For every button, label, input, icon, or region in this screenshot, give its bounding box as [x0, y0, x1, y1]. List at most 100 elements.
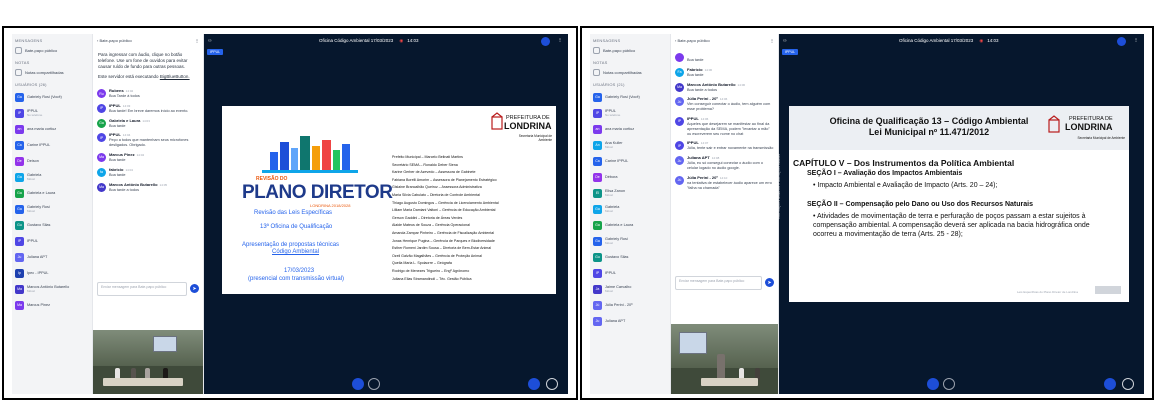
user-list-item[interactable]: an ana maria cortiuz [590, 121, 670, 137]
message-body: Gabriela e Laura 14:03 Boa tarde [109, 118, 150, 129]
user-list-item[interactable]: Ma Marcos Antônio Butarello Móvel [12, 281, 92, 297]
user-name-text: IPPUL [27, 108, 38, 113]
conference-app: MENSAGENS Bate-papo público NOTAS Notas … [590, 34, 1144, 394]
public-chat-item[interactable]: Bate-papo público [12, 45, 92, 56]
user-list-item[interactable]: Ca Carine IPPUL [590, 153, 670, 169]
send-icon[interactable]: ➤ [190, 284, 199, 293]
message-text: Boa tarde [109, 123, 126, 128]
user-name-text: Júlia Perini - 20º [605, 302, 633, 307]
user-list-item[interactable]: IP IPPUL [590, 265, 670, 281]
user-list-item[interactable]: Ju Juliana APT [12, 249, 92, 265]
more-options-icon[interactable]: ⋮ [770, 38, 774, 43]
user-list-item[interactable]: El Elisa Zanon Móvel [590, 185, 670, 201]
chat-icon [15, 47, 22, 54]
user-name: Ipec - IPPUL [27, 271, 49, 275]
user-name-text: Gabriela [27, 172, 42, 177]
connection-status-icon[interactable] [541, 37, 550, 46]
user-list-item[interactable]: Ga Gabriela Móvel [12, 169, 92, 185]
user-list-item[interactable]: Ga Gabriela Móvel [590, 201, 670, 217]
user-list-item[interactable]: IP IPPUL No telefone [590, 105, 670, 121]
share-screen-button[interactable] [943, 378, 955, 390]
user-list-item[interactable]: Ca Carine IPPUL [12, 137, 92, 153]
avatar: Ga [15, 188, 24, 198]
user-list-item[interactable]: Gu Gustavo Silas [590, 249, 670, 265]
user-list-item[interactable]: Ga Gabriela e Laura [12, 185, 92, 201]
user-list-item[interactable]: Ip Ipec - IPPUL [12, 265, 92, 281]
user-list-item[interactable]: De Débora [590, 169, 670, 185]
public-chat-item[interactable]: Bate-papo público [590, 45, 670, 56]
chat-header[interactable]: ‹ Bate-papo público ⋮ [93, 34, 203, 50]
user-name-text: Juliana APT [605, 318, 626, 323]
user-status: Móvel [27, 209, 36, 213]
message-list: Boa tarde Fa Fabrício 14:06 Boa tarde Ma Marco… [671, 50, 778, 192]
user-list-item[interactable]: Ga Gabriely Rosi Móvel [590, 233, 670, 249]
user-name-text: Gabriely Rosi [27, 204, 50, 209]
chat-input[interactable]: Enviar mensagem para Bate-papo público [675, 276, 762, 290]
raise-hand-button[interactable] [1104, 378, 1116, 390]
conference-app: MENSAGENS Bate-papo público NOTAS Notas … [12, 34, 568, 394]
user-list-item[interactable]: An Ana Kuller Móvel [590, 137, 670, 153]
staff-name: Fabiana Borelli Amorim – Assessora de Pl… [392, 177, 497, 182]
staff-name: Secretário SEMA – Ronaldo Deber Siena [392, 162, 458, 167]
user-list-item[interactable]: IP IPPUL [12, 233, 92, 249]
user-list-item[interactable]: Ga Gabriely Rosi (Você) [590, 89, 670, 105]
message-time: 14:05 [159, 182, 168, 187]
more-options-icon[interactable]: ⋮ [195, 38, 199, 43]
settings-button[interactable] [1122, 378, 1134, 390]
secretaria-label: Secretaria Municipal de Ambiente [1077, 136, 1125, 140]
message-text: na tentativa de estabelecer áudio aparec… [687, 180, 772, 190]
user-list-toggle-icon[interactable]: ⚇ [208, 38, 212, 43]
user-list-item[interactable]: Jú Júlia Perini - 20º [590, 297, 670, 313]
chat-message: Ru Rubens 14:02 Boa Tarde à todos [93, 86, 203, 101]
bbb-link[interactable]: BigBlueButton. [160, 74, 190, 79]
options-menu-icon[interactable]: ⋮ [558, 37, 562, 42]
settings-button[interactable] [546, 378, 558, 390]
user-list-item[interactable]: De Deison [12, 153, 92, 169]
user-list-item[interactable]: Ga Gabriely Rosi Móvel [12, 201, 92, 217]
slide-title-1: Oficina de Qualificação 13 – Código Ambi… [829, 116, 1029, 126]
user-list-item[interactable]: Ma Marcus Pinez [12, 297, 92, 313]
room-screen [153, 336, 177, 352]
staff-name: Amanda Zampar Pinheiro – Gerência de Fis… [392, 230, 495, 235]
message-time: 14:06 [719, 97, 728, 102]
avatar: Jú [675, 97, 684, 107]
shared-notes-item[interactable]: Notas compartilhadas [12, 67, 92, 78]
user-list-item[interactable]: Ga Gabriela e Laura [590, 217, 670, 233]
user-list-item[interactable]: Ju Juliana APT [590, 313, 670, 329]
section-1-text: Impacto Ambiental e Avaliação de Impacto… [817, 182, 998, 189]
chat-input[interactable]: Enviar mensagem para Bate-papo público [97, 282, 187, 296]
section-2-text: Atividades de movimentação de terra e pe… [813, 213, 1090, 238]
record-icon[interactable]: ◉ [979, 38, 983, 43]
shared-notes-label: Notas compartilhadas [25, 70, 64, 75]
user-list-item[interactable]: Ja Jaime Carvalho Móvel [590, 281, 670, 297]
share-screen-button[interactable] [368, 378, 380, 390]
user-name-text: IPPUL [605, 270, 616, 275]
user-name: Juliana APT [605, 319, 625, 323]
user-name-text: IPPUL [605, 108, 616, 113]
audio-button[interactable] [352, 378, 364, 390]
send-icon[interactable]: ➤ [765, 278, 774, 287]
user-list-item[interactable]: Gu Gustavo Silas [12, 217, 92, 233]
avatar: Ca [15, 140, 24, 150]
connection-status-icon[interactable] [1117, 37, 1126, 46]
user-name: Gustavo Silas [605, 255, 628, 259]
message-author-name: Gabriela e Laura [109, 117, 141, 123]
section-2-heading: SEÇÃO II – Compensação pelo Dano ou Uso … [807, 201, 1033, 208]
user-status: Móvel [605, 209, 614, 213]
user-list-toggle-icon[interactable]: ⚇ [783, 38, 787, 43]
options-menu-icon[interactable]: ⋮ [1134, 37, 1138, 42]
chat-header[interactable]: ‹ Bate-papo público ⋮ [671, 34, 778, 50]
raise-hand-button[interactable] [528, 378, 540, 390]
user-list-item[interactable]: IP IPPUL No telefone [12, 105, 92, 121]
side-toggle-label[interactable]: Informações usuários e alterações futura… [777, 154, 781, 219]
user-name: Gabriela e Laura [605, 223, 633, 227]
record-icon[interactable]: ◉ [399, 38, 403, 43]
shared-notes-item[interactable]: Notas compartilhadas [590, 67, 670, 78]
audio-button[interactable] [927, 378, 939, 390]
user-name: Carine IPPUL [605, 159, 628, 163]
user-list-item[interactable]: an ana maria cortiuz [12, 121, 92, 137]
user-list-item[interactable]: Ga Gabriely Rosi (Você) [12, 89, 92, 105]
user-name: Elisa Zanon Móvel [605, 189, 625, 198]
message-author-name: Marcos Antônio Butarello [109, 181, 158, 187]
city-skyline-icon [262, 136, 358, 173]
